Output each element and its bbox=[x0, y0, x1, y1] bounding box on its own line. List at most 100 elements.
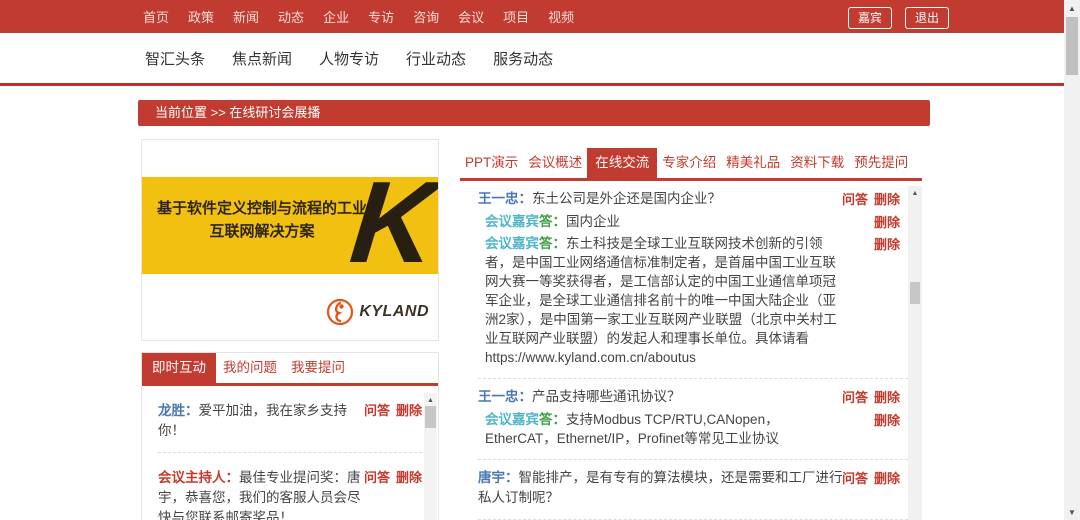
tab-ppt[interactable]: PPT演示 bbox=[460, 148, 523, 178]
subnav-industry-trends[interactable]: 行业动态 bbox=[406, 48, 466, 69]
message-actions: 问答删除 bbox=[364, 467, 422, 486]
scroll-up-icon[interactable]: ▲ bbox=[424, 393, 437, 406]
banner-title: 基于软件定义控制与流程的工业 互联网解决方案 bbox=[146, 197, 378, 243]
scroll-up-icon[interactable]: ▲ bbox=[1064, 0, 1080, 14]
top-nav-meeting[interactable]: 会议 bbox=[458, 7, 484, 26]
chat-message: 龙胜：爱平加油，我在家乡支持你！ 问答删除 bbox=[158, 386, 422, 453]
scroll-down-icon[interactable]: ▼ bbox=[1064, 508, 1080, 518]
answer-label: 答： bbox=[539, 412, 566, 427]
tab-experts[interactable]: 专家介绍 bbox=[657, 148, 721, 178]
interaction-tabs: 即时互动 我的问题 我要提问 bbox=[142, 353, 438, 383]
delete-link[interactable]: 删除 bbox=[874, 237, 900, 252]
guest-name: 会议嘉宾 bbox=[485, 412, 539, 427]
delete-link[interactable]: 删除 bbox=[874, 215, 900, 230]
question-actions: 问答删除 bbox=[842, 190, 900, 210]
qa-link[interactable]: 问答 bbox=[842, 192, 868, 207]
top-bar: 首页 政策 新闻 动态 企业 专访 咨询 会议 项目 视频 嘉宾 退出 bbox=[0, 0, 1064, 33]
question-actions: 问答删除 bbox=[842, 388, 900, 408]
question-text: 产品支持哪些通讯协议？ bbox=[532, 389, 681, 404]
tab-downloads[interactable]: 资料下载 bbox=[785, 148, 849, 178]
qa-link[interactable]: 问答 bbox=[364, 470, 390, 485]
kyland-logo-icon bbox=[325, 297, 355, 327]
message-actions: 问答删除 bbox=[364, 400, 422, 419]
top-nav-trends[interactable]: 动态 bbox=[278, 7, 304, 26]
question-user-name: 唐宇： bbox=[478, 470, 519, 485]
top-bar-actions: 嘉宾 退出 bbox=[848, 7, 949, 29]
breadcrumb: 当前位置 >> 在线研讨会展播 bbox=[138, 100, 930, 126]
banner-yellow-band: 基于软件定义控制与流程的工业 互联网解决方案 K bbox=[142, 177, 438, 274]
chat-message: 会议主持人：最佳专业提问奖：唐宇，恭喜您，我们的客服人员会尽快与您联系邮寄奖品！… bbox=[158, 453, 422, 520]
scroll-up-icon[interactable]: ▲ bbox=[908, 186, 922, 199]
tab-ask-question[interactable]: 我要提问 bbox=[284, 353, 352, 383]
tab-overview[interactable]: 会议概述 bbox=[523, 148, 587, 178]
chat-user-name: 龙胜： bbox=[158, 403, 199, 418]
chat-message-text: 会议主持人：最佳专业提问奖：唐宇，恭喜您，我们的客服人员会尽快与您联系邮寄奖品！ bbox=[158, 468, 364, 520]
answer-label: 答： bbox=[539, 236, 566, 251]
delete-link[interactable]: 删除 bbox=[874, 192, 900, 207]
delete-link[interactable]: 删除 bbox=[874, 413, 900, 428]
banner-k-letter: K bbox=[346, 177, 438, 274]
scrollbar-thumb[interactable] bbox=[1066, 17, 1078, 75]
delete-link[interactable]: 删除 bbox=[874, 471, 900, 486]
guest-button[interactable]: 嘉宾 bbox=[848, 7, 892, 29]
top-nav-video[interactable]: 视频 bbox=[548, 7, 574, 26]
qa-question: 唐宇：智能排产，是有专有的算法模块，还是需要和工厂进行私人订制呢？ 问答删除 bbox=[478, 468, 908, 508]
qa-list: 王一忠：东土公司是外企还是国内企业？ 问答删除 会议嘉宾答：国内企业 删除 会议… bbox=[460, 181, 908, 520]
qa-answer: 会议嘉宾答：支持Modbus TCP/RTU,CANopen，EtherCAT，… bbox=[485, 410, 908, 448]
qa-answer: 会议嘉宾答：东土科技是全球工业互联网技术创新的引领者，是中国工业网络通信标准制定… bbox=[485, 234, 908, 367]
qa-question: 王一忠：东土公司是外企还是国内企业？ 问答删除 bbox=[478, 189, 908, 209]
chat-host-name: 会议主持人： bbox=[158, 470, 239, 485]
qa-answer: 会议嘉宾答：国内企业 删除 bbox=[485, 212, 908, 231]
tab-my-questions[interactable]: 我的问题 bbox=[216, 353, 284, 383]
webinar-banner: 基于软件定义控制与流程的工业 互联网解决方案 K KYLAND bbox=[141, 139, 439, 341]
top-nav-consult[interactable]: 咨询 bbox=[413, 7, 439, 26]
delete-link[interactable]: 删除 bbox=[396, 403, 422, 418]
guest-name: 会议嘉宾 bbox=[485, 236, 539, 251]
question-text: 东土公司是外企还是国内企业？ bbox=[532, 191, 721, 206]
banner-title-line1: 基于软件定义控制与流程的工业 bbox=[146, 197, 378, 220]
answer-actions: 删除 bbox=[874, 213, 900, 232]
qa-group: 王一忠：产品支持哪些通讯协议？ 问答删除 会议嘉宾答：支持Modbus TCP/… bbox=[478, 379, 908, 460]
qa-link[interactable]: 问答 bbox=[842, 390, 868, 405]
subnav-service-trends[interactable]: 服务动态 bbox=[493, 48, 553, 69]
question-actions: 问答删除 bbox=[842, 469, 900, 489]
qa-scrollbar[interactable]: ▲ bbox=[908, 186, 922, 520]
chat-scrollbar[interactable]: ▲ bbox=[424, 393, 437, 520]
top-nav-home[interactable]: 首页 bbox=[143, 7, 169, 26]
qa-group: 唐宇：智能排产，是有专有的算法模块，还是需要和工厂进行私人订制呢？ 问答删除 bbox=[478, 460, 908, 520]
top-nav-enterprise[interactable]: 企业 bbox=[323, 7, 349, 26]
scrollbar-thumb[interactable] bbox=[910, 282, 920, 304]
qa-question: 王一忠：产品支持哪些通讯协议？ 问答删除 bbox=[478, 387, 908, 407]
tab-gifts[interactable]: 精美礼品 bbox=[721, 148, 785, 178]
interaction-panel: 即时互动 我的问题 我要提问 龙胜：爱平加油，我在家乡支持你！ 问答删除 会议主… bbox=[141, 352, 439, 520]
answer-actions: 删除 bbox=[874, 411, 900, 430]
tab-pre-questions[interactable]: 预先提问 bbox=[849, 148, 913, 178]
sub-nav: 智汇头条 焦点新闻 人物专访 行业动态 服务动态 bbox=[0, 33, 1064, 86]
chat-message-list: 龙胜：爱平加油，我在家乡支持你！ 问答删除 会议主持人：最佳专业提问奖：唐宇，恭… bbox=[142, 386, 438, 520]
scrollbar-thumb[interactable] bbox=[425, 406, 436, 428]
subnav-interviews[interactable]: 人物专访 bbox=[319, 48, 379, 69]
qa-link[interactable]: 问答 bbox=[842, 471, 868, 486]
answer-label: 答： bbox=[539, 214, 566, 229]
delete-link[interactable]: 删除 bbox=[874, 390, 900, 405]
browser-scrollbar[interactable]: ▲ ▼ bbox=[1064, 0, 1080, 520]
webinar-tabs: PPT演示 会议概述 在线交流 专家介绍 精美礼品 资料下载 预先提问 bbox=[460, 148, 922, 178]
tab-online-exchange[interactable]: 在线交流 bbox=[587, 148, 657, 178]
qa-group: 王一忠：东土公司是外企还是国内企业？ 问答删除 会议嘉宾答：国内企业 删除 会议… bbox=[478, 181, 908, 379]
subnav-headlines[interactable]: 智汇头条 bbox=[145, 48, 205, 69]
subnav-focus-news[interactable]: 焦点新闻 bbox=[232, 48, 292, 69]
qa-link[interactable]: 问答 bbox=[364, 403, 390, 418]
question-user-name: 王一忠： bbox=[478, 191, 532, 206]
top-nav-interview[interactable]: 专访 bbox=[368, 7, 394, 26]
online-exchange-panel: PPT演示 会议概述 在线交流 专家介绍 精美礼品 资料下载 预先提问 王一忠：… bbox=[460, 148, 922, 520]
answer-actions: 删除 bbox=[874, 235, 900, 254]
brand-logo: KYLAND bbox=[325, 297, 429, 327]
tab-live-interaction[interactable]: 即时互动 bbox=[142, 353, 216, 383]
banner-title-line2: 互联网解决方案 bbox=[146, 220, 378, 243]
top-nav-project[interactable]: 项目 bbox=[503, 7, 529, 26]
top-nav-policy[interactable]: 政策 bbox=[188, 7, 214, 26]
delete-link[interactable]: 删除 bbox=[396, 470, 422, 485]
logout-button[interactable]: 退出 bbox=[905, 7, 949, 29]
top-nav-news[interactable]: 新闻 bbox=[233, 7, 259, 26]
guest-name: 会议嘉宾 bbox=[485, 214, 539, 229]
